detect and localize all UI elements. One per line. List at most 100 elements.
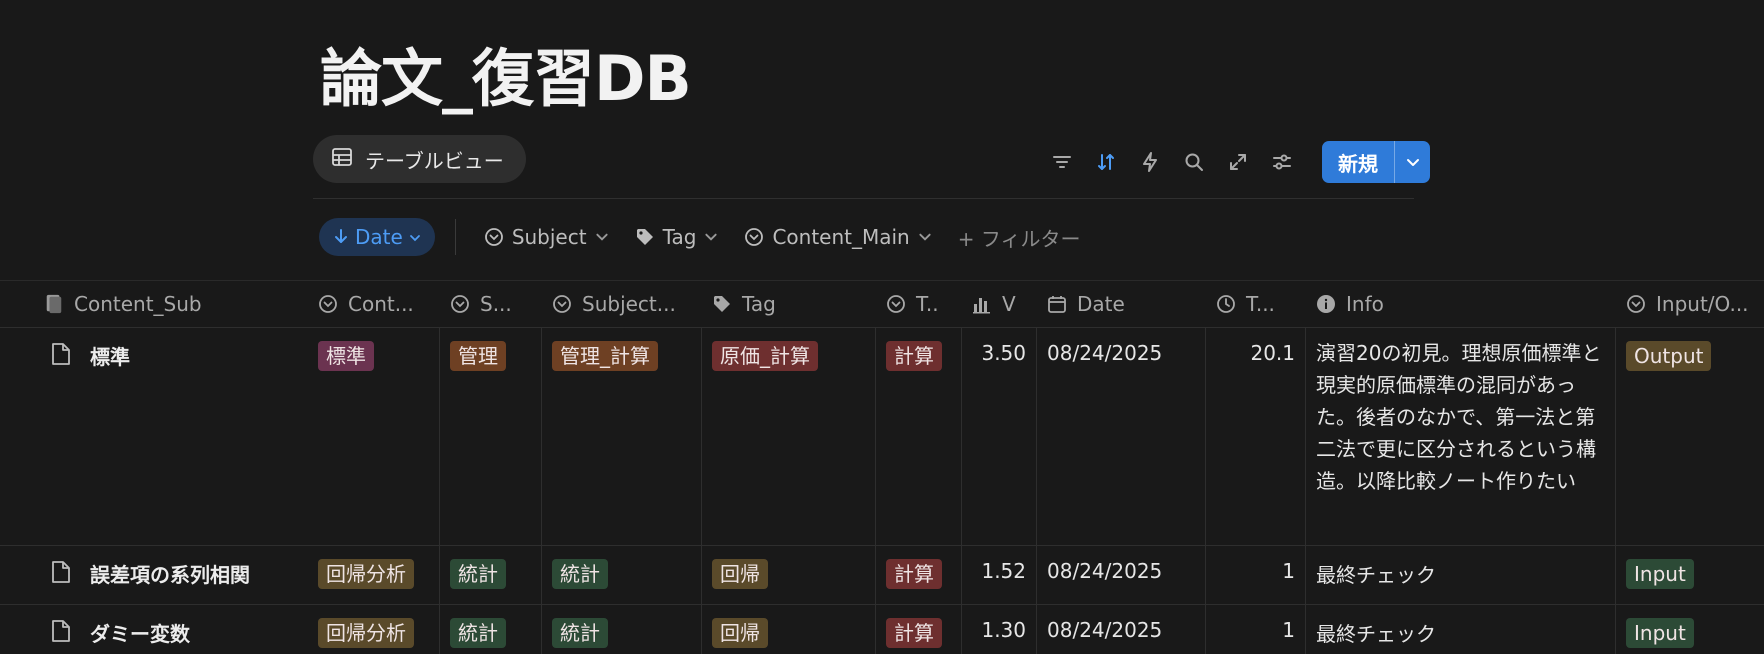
select-tag: 回帰 <box>712 618 768 648</box>
add-filter-button[interactable]: + フィルター <box>950 218 1089 256</box>
s-cell[interactable]: 統計 <box>440 605 542 654</box>
header-label: Info <box>1346 292 1384 316</box>
t2-cell[interactable]: 1 <box>1206 546 1306 604</box>
new-button-label[interactable]: 新規 <box>1322 141 1394 183</box>
header-label: Input/O... <box>1656 292 1749 316</box>
table-row[interactable]: ダミー変数 回帰分析 統計 統計 回帰 計算 1.30 08/24/2025 1… <box>0 605 1764 654</box>
settings-sliders-icon[interactable] <box>1260 140 1304 184</box>
column-header-content-sub[interactable]: Content_Sub <box>0 281 308 327</box>
t1-cell[interactable]: 計算 <box>876 546 962 604</box>
date-cell[interactable]: 08/24/2025 <box>1037 605 1206 654</box>
add-filter-label: + フィルター <box>957 226 1081 251</box>
select-tag: 統計 <box>552 618 608 648</box>
select-tag: 統計 <box>552 559 608 589</box>
info-text: 最終チェック <box>1316 563 1436 587</box>
subject-cell[interactable]: 統計 <box>542 605 702 654</box>
column-header-date[interactable]: Date <box>1037 281 1206 327</box>
t1-cell[interactable]: 計算 <box>876 605 962 654</box>
t2-cell[interactable]: 20.1 <box>1206 328 1306 545</box>
content-cell[interactable]: 標準 <box>308 328 440 545</box>
v-cell[interactable]: 1.30 <box>962 605 1037 654</box>
date-sort-chip[interactable]: Date <box>319 218 435 256</box>
tag-cell[interactable]: 回帰 <box>702 546 876 604</box>
info-cell[interactable]: 最終チェック <box>1306 605 1616 654</box>
page-icon <box>52 343 70 365</box>
s-cell[interactable]: 統計 <box>440 546 542 604</box>
date-cell[interactable]: 08/24/2025 <box>1037 328 1206 545</box>
tab-table-view[interactable]: テーブルビュー <box>313 135 526 183</box>
header-label: Date <box>1077 292 1125 316</box>
header-label: Content_Sub <box>74 292 202 316</box>
chevron-down-icon[interactable] <box>1394 141 1430 183</box>
clock-icon <box>1217 295 1235 313</box>
tag-cell[interactable]: 原価_計算 <box>702 328 876 545</box>
column-header-s[interactable]: S... <box>440 281 542 327</box>
expand-icon[interactable] <box>1216 140 1260 184</box>
content-main-filter-chip[interactable]: Content_Main <box>736 218 939 256</box>
select-tag: 計算 <box>886 618 942 648</box>
row-title[interactable]: 標準 <box>90 341 130 370</box>
column-header-v[interactable]: V <box>962 281 1037 327</box>
column-header-info[interactable]: Info <box>1306 281 1616 327</box>
table-row[interactable]: 標準 標準 管理 管理_計算 原価_計算 計算 3.50 08/24/2025 … <box>0 328 1764 546</box>
sort-icon[interactable] <box>1084 140 1128 184</box>
row-title[interactable]: ダミー変数 <box>90 618 190 647</box>
select-tag: 統計 <box>450 618 506 648</box>
content-sub-cell[interactable]: 標準 <box>0 328 308 545</box>
v-cell[interactable]: 1.52 <box>962 546 1037 604</box>
v-cell[interactable]: 3.50 <box>962 328 1037 545</box>
page-icon <box>52 561 70 583</box>
subject-filter-chip[interactable]: Subject <box>476 218 617 256</box>
select-tag: Input <box>1626 559 1694 589</box>
content-cell[interactable]: 回帰分析 <box>308 605 440 654</box>
date-cell[interactable]: 08/24/2025 <box>1037 546 1206 604</box>
content-sub-cell[interactable]: 誤差項の系列相関 <box>0 546 308 604</box>
content-sub-cell[interactable]: ダミー変数 <box>0 605 308 654</box>
input-output-cell[interactable]: Input <box>1616 605 1764 654</box>
input-output-cell[interactable]: Input <box>1616 546 1764 604</box>
new-button[interactable]: 新規 <box>1322 141 1430 183</box>
s-cell[interactable]: 管理 <box>440 328 542 545</box>
chevron-down-icon <box>919 233 931 241</box>
column-header-subject[interactable]: Subject... <box>542 281 702 327</box>
input-output-cell[interactable]: Output <box>1616 328 1764 545</box>
select-tag: 計算 <box>886 559 942 589</box>
tag-icon <box>636 229 653 245</box>
header-label: Tag <box>742 292 776 316</box>
table-row[interactable]: 誤差項の系列相関 回帰分析 統計 統計 回帰 計算 1.52 08/24/202… <box>0 546 1764 605</box>
search-icon[interactable] <box>1172 140 1216 184</box>
page-icon <box>52 620 70 642</box>
lightning-icon[interactable] <box>1128 140 1172 184</box>
page-icon <box>46 294 62 314</box>
date-chip-label: Date <box>355 225 403 249</box>
select-circle-icon <box>451 295 469 313</box>
column-header-input-output[interactable]: Input/O... <box>1616 281 1764 327</box>
view-toolbar: 新規 <box>1040 140 1430 184</box>
filter-divider <box>454 219 456 255</box>
t1-cell[interactable]: 計算 <box>876 328 962 545</box>
select-circle-icon <box>484 228 503 246</box>
bar-chart-icon <box>973 298 990 314</box>
row-title[interactable]: 誤差項の系列相関 <box>90 559 250 588</box>
tag-filter-chip[interactable]: Tag <box>627 218 727 256</box>
select-tag: 管理_計算 <box>552 341 658 371</box>
column-header-t1[interactable]: T.. <box>876 281 962 327</box>
select-tag: Input <box>1626 618 1694 648</box>
calendar-icon <box>1048 296 1066 313</box>
content-cell[interactable]: 回帰分析 <box>308 546 440 604</box>
info-text: 演習20の初見。理想原価標準と現実的原価標準の混同があった。後者のなかで、第一法… <box>1316 341 1602 493</box>
table-header-row: Content_Sub Cont... S... Subject... Tag … <box>0 280 1764 328</box>
filter-lines-icon[interactable] <box>1040 140 1084 184</box>
tag-cell[interactable]: 回帰 <box>702 605 876 654</box>
toolbar-divider <box>313 198 1414 199</box>
select-circle-icon <box>887 295 905 313</box>
column-header-cont[interactable]: Cont... <box>308 281 440 327</box>
subject-cell[interactable]: 管理_計算 <box>542 328 702 545</box>
column-header-tag[interactable]: Tag <box>702 281 876 327</box>
info-cell[interactable]: 最終チェック <box>1306 546 1616 604</box>
column-header-t2[interactable]: T... <box>1206 281 1306 327</box>
info-cell[interactable]: 演習20の初見。理想原価標準と現実的原価標準の混同があった。後者のなかで、第一法… <box>1306 328 1616 545</box>
subject-cell[interactable]: 統計 <box>542 546 702 604</box>
tab-table-view-label: テーブルビュー <box>365 148 504 173</box>
t2-cell[interactable]: 1 <box>1206 605 1306 654</box>
